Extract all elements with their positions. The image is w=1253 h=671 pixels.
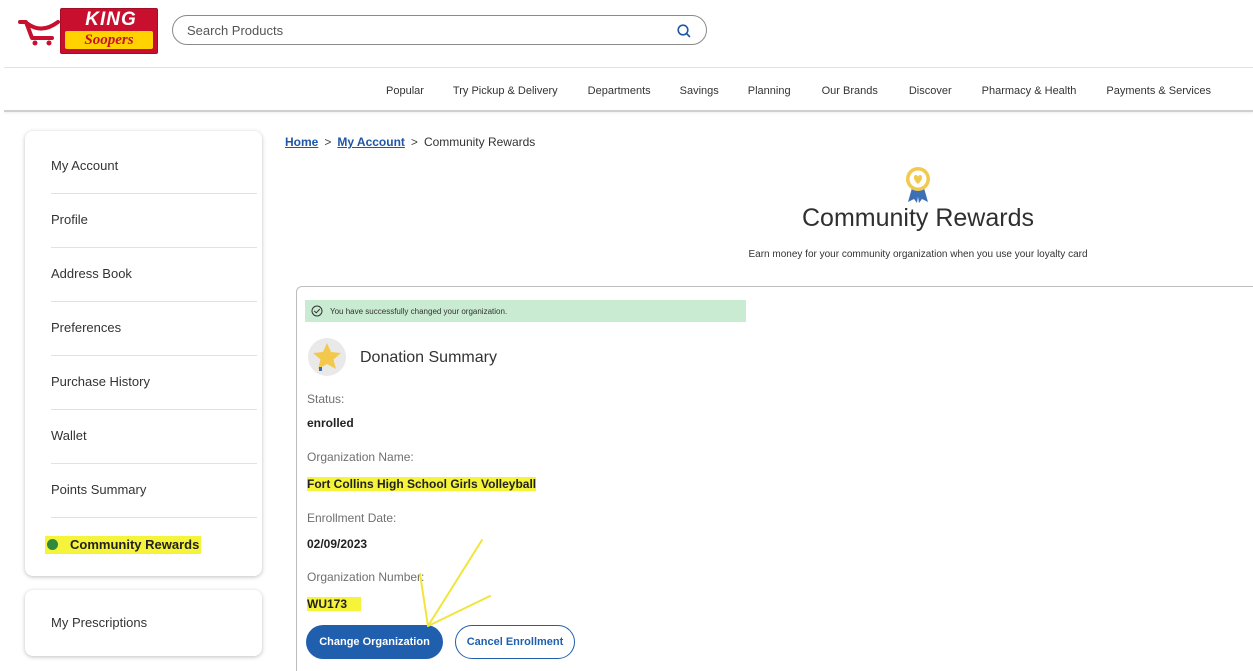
logo-primary-text: KING bbox=[85, 9, 137, 30]
nav-planning[interactable]: Planning bbox=[748, 85, 791, 97]
breadcrumb-separator: > bbox=[324, 135, 332, 149]
sidebar-item-profile[interactable]: Profile bbox=[51, 193, 257, 248]
nav-savings[interactable]: Savings bbox=[680, 85, 719, 97]
sidebar-item-my-prescriptions[interactable]: My Prescriptions bbox=[51, 615, 147, 630]
nav-our-brands[interactable]: Our Brands bbox=[822, 85, 878, 97]
sidebar-item-address-book[interactable]: Address Book bbox=[51, 247, 257, 302]
enrollment-date-value: 02/09/2023 bbox=[307, 537, 368, 551]
organization-number-value: WU173 bbox=[307, 597, 362, 611]
annotation-arrow-marks bbox=[419, 539, 491, 627]
success-message: You have successfully changed your organ… bbox=[330, 307, 508, 316]
sidebar-item-preferences[interactable]: Preferences bbox=[51, 301, 257, 356]
main-nav: Popular Try Pickup & Delivery Department… bbox=[370, 80, 1250, 102]
search-icon[interactable] bbox=[676, 23, 692, 39]
donation-summary-title: Donation Summary bbox=[360, 349, 497, 366]
search-input[interactable] bbox=[187, 21, 657, 39]
breadcrumb: Home > My Account > Community Rewards bbox=[285, 135, 535, 149]
award-ribbon-icon bbox=[906, 167, 930, 203]
page-title: Community Rewards bbox=[801, 204, 1034, 232]
sidebar-item-label: Community Rewards bbox=[70, 537, 200, 552]
active-item-highlight: Community Rewards bbox=[45, 536, 202, 554]
search-bar[interactable] bbox=[172, 15, 707, 45]
breadcrumb-my-account[interactable]: My Account bbox=[337, 135, 405, 149]
sidebar-item-wallet[interactable]: Wallet bbox=[51, 409, 257, 464]
page-subtitle: Earn money for your community organizati… bbox=[748, 249, 1088, 260]
enrollment-date-label: Enrollment Date: bbox=[307, 511, 397, 525]
status-value: enrolled bbox=[307, 416, 354, 430]
prescriptions-card[interactable]: My Prescriptions bbox=[25, 590, 262, 656]
nav-divider bbox=[4, 110, 1253, 112]
logo-badge: KING Soopers bbox=[60, 8, 158, 54]
logo-secondary-text: Soopers bbox=[65, 31, 153, 49]
nav-pickup-delivery[interactable]: Try Pickup & Delivery bbox=[453, 85, 558, 97]
status-label: Status: bbox=[307, 392, 345, 406]
nav-popular[interactable]: Popular bbox=[386, 85, 424, 97]
organization-name-value: Fort Collins High School Girls Volleybal… bbox=[307, 477, 537, 491]
nav-pharmacy-health[interactable]: Pharmacy & Health bbox=[982, 85, 1077, 97]
active-indicator-icon bbox=[47, 539, 58, 550]
nav-departments[interactable]: Departments bbox=[588, 85, 651, 97]
sidebar-item-my-account[interactable]: My Account bbox=[51, 139, 257, 194]
account-sidebar: My Account Profile Address Book Preferen… bbox=[25, 131, 262, 576]
sidebar-item-purchase-history[interactable]: Purchase History bbox=[51, 355, 257, 410]
breadcrumb-current: Community Rewards bbox=[423, 135, 536, 149]
breadcrumb-separator: > bbox=[410, 135, 418, 149]
check-circle-icon bbox=[311, 305, 323, 317]
organization-name-label: Organization Name: bbox=[307, 450, 414, 464]
sidebar-item-points-summary[interactable]: Points Summary bbox=[51, 463, 257, 518]
site-logo[interactable]: KING Soopers bbox=[18, 6, 158, 54]
cart-logo-icon bbox=[18, 20, 60, 46]
nav-discover[interactable]: Discover bbox=[909, 85, 952, 97]
sidebar-item-community-rewards[interactable]: Community Rewards bbox=[45, 518, 251, 572]
header-divider bbox=[4, 67, 1253, 68]
breadcrumb-home[interactable]: Home bbox=[285, 135, 318, 149]
nav-payments-services[interactable]: Payments & Services bbox=[1106, 85, 1211, 97]
star-badge-icon bbox=[308, 338, 346, 376]
success-notice: You have successfully changed your organ… bbox=[305, 300, 746, 322]
